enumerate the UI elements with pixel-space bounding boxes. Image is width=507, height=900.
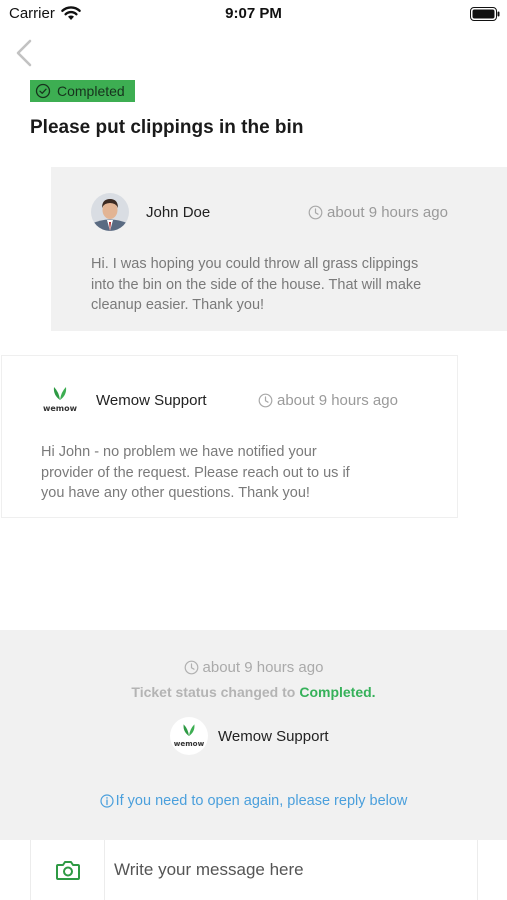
status-badge: Completed — [30, 80, 135, 102]
message-timestamp: about 9 hours ago — [258, 392, 398, 409]
message-card: wemow Wemow Support about 9 hours ago Hi… — [1, 355, 458, 518]
status-change-text: Ticket status changed to Completed. — [0, 684, 507, 700]
wemow-logo-icon: wemow — [43, 387, 78, 413]
message-composer — [30, 840, 478, 900]
info-icon — [99, 794, 114, 808]
message-author: John Doe — [146, 204, 211, 221]
status-bar: Carrier 9:07 PM — [0, 0, 507, 30]
camera-icon — [55, 861, 80, 880]
status-time: 9:07 PM — [225, 5, 282, 22]
clock-icon — [184, 660, 198, 675]
reopen-hint-text: If you need to open again, please reply … — [115, 793, 408, 809]
message-input[interactable] — [114, 853, 464, 887]
svg-text:wemow: wemow — [174, 739, 205, 748]
ticket-title: Please put clippings in the bin — [30, 117, 304, 138]
wemow-logo-icon: wemow — [174, 724, 205, 748]
battery-icon — [470, 7, 500, 21]
message-line: Hi. I was hoping you could throw all gra… — [91, 256, 419, 272]
message-card: John Doe about 9 hours ago Hi. I was hop… — [51, 167, 507, 331]
camera-button[interactable] — [31, 840, 105, 900]
back-chevron-icon[interactable] — [12, 38, 38, 68]
message-author: Wemow Support — [96, 392, 207, 409]
status-change-panel: about 9 hours ago Ticket status changed … — [0, 630, 507, 840]
status-change-timestamp: about 9 hours ago — [0, 659, 507, 676]
clock-icon — [258, 393, 273, 408]
clock-icon — [308, 205, 323, 220]
message-body: Hi John - no problem we have notified yo… — [41, 442, 350, 504]
avatar — [91, 193, 129, 231]
status-change-agent-name: Wemow Support — [218, 727, 329, 745]
message-timestamp: about 9 hours ago — [308, 204, 448, 221]
message-line: cleanup easier. Thank you! — [91, 297, 265, 313]
message-time-text: about 9 hours ago — [327, 204, 448, 221]
svg-text:wemow: wemow — [43, 404, 78, 413]
avatar: wemow — [170, 717, 208, 755]
message-time-text: about 9 hours ago — [277, 392, 398, 409]
message-line: provider of the request. Please reach ou… — [41, 464, 350, 481]
status-change-label: Ticket status changed to — [131, 684, 296, 700]
status-change-agent: wemow Wemow Support — [170, 717, 329, 755]
message-line: Hi John - no problem we have notified yo… — [41, 444, 317, 460]
status-badge-label: Completed — [57, 83, 125, 99]
message-line: into the bin on the side of the house. T… — [91, 276, 422, 293]
reopen-hint: If you need to open again, please reply … — [0, 793, 507, 809]
status-change-time-text: about 9 hours ago — [202, 659, 324, 676]
message-line: you have any other questions. Thank you! — [41, 485, 310, 501]
message-body: Hi. I was hoping you could throw all gra… — [91, 254, 421, 316]
check-circle-icon — [35, 83, 51, 99]
status-change-value: Completed. — [299, 684, 376, 700]
